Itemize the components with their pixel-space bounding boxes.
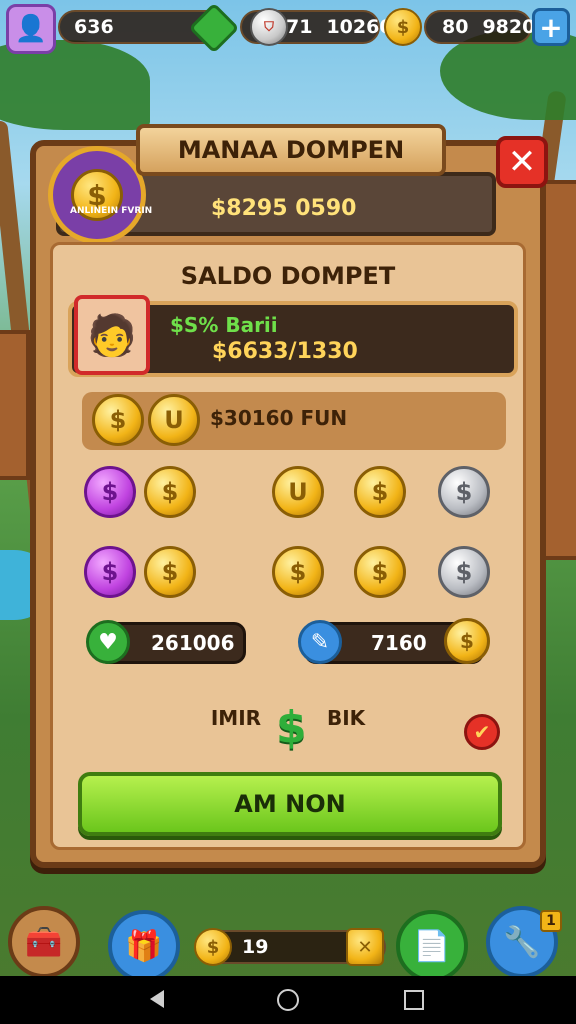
header-amount: $8295 0590 bbox=[211, 196, 357, 221]
wand-icon: ✎ bbox=[298, 620, 342, 664]
back-icon[interactable] bbox=[150, 990, 164, 1008]
bik-label-right: BIK bbox=[326, 706, 366, 730]
coin-gold[interactable]: $ bbox=[354, 546, 406, 598]
inventory-button[interactable]: 🧰 bbox=[8, 906, 80, 978]
coin-gold[interactable]: U bbox=[272, 466, 324, 518]
player-name: $S% Barii bbox=[170, 313, 278, 337]
dialog-title: MANAA DOMPEN bbox=[136, 124, 446, 176]
fund-coin-icon: U bbox=[148, 394, 200, 446]
wallet-badge-label: ANLINEIN FVRIN bbox=[70, 206, 153, 216]
add-currency-button[interactable]: + bbox=[532, 8, 570, 46]
bottom-hud: 🧰 🎁 19 $ ✕ 📄 🔧 1 bbox=[0, 906, 576, 982]
shield-icon: ⛉ bbox=[250, 8, 288, 46]
confirm-button[interactable]: AM NON bbox=[78, 772, 502, 836]
shop-button[interactable]: 🎁 bbox=[108, 910, 180, 982]
player-balance: $6633/1330 bbox=[212, 339, 358, 364]
coin-gold[interactable]: $ bbox=[272, 546, 324, 598]
player-photo: 🧑 bbox=[74, 295, 150, 375]
check-button[interactable]: ✔ bbox=[464, 714, 500, 750]
fund-coin-icon: $ bbox=[92, 394, 144, 446]
fund-label: $30160 FUN bbox=[210, 406, 348, 430]
coin-icon: $ bbox=[384, 8, 422, 46]
coin-icon: $ bbox=[194, 928, 232, 966]
system-nav-bar bbox=[0, 976, 576, 1024]
coin-silver[interactable]: $ bbox=[438, 546, 490, 598]
close-button[interactable]: ✕ bbox=[496, 136, 548, 188]
fund-bar: $ U $30160 FUN bbox=[82, 392, 506, 450]
player-balance-card: 🧑 $S% Barii $6633/1330 bbox=[68, 295, 518, 377]
coins-pill: 80 9820 bbox=[424, 10, 536, 44]
home-icon[interactable] bbox=[277, 989, 299, 1011]
coin-gold[interactable]: $ bbox=[354, 466, 406, 518]
heart-icon: ♥ bbox=[86, 620, 130, 664]
center-value: 19 bbox=[242, 936, 269, 958]
coin-purple[interactable]: $ bbox=[84, 546, 136, 598]
counter-right-value: 7160 bbox=[371, 631, 427, 655]
close-icon[interactable]: ✕ bbox=[346, 928, 384, 966]
coin-silver[interactable]: $ bbox=[438, 466, 490, 518]
coin-gold[interactable]: $ bbox=[144, 466, 196, 518]
coins-label: 80 bbox=[442, 16, 469, 38]
coins-value: 9820 bbox=[482, 16, 536, 38]
top-hud: 👤 636 71 10260 ⛉ $ 80 9820 + bbox=[0, 0, 576, 56]
player-avatar[interactable]: 👤 bbox=[6, 4, 56, 54]
notification-badge: 1 bbox=[540, 910, 562, 932]
section-title: SALDO DOMPET bbox=[180, 262, 396, 290]
level-value: 636 bbox=[74, 16, 114, 38]
coin-purple[interactable]: $ bbox=[84, 466, 136, 518]
recents-icon[interactable] bbox=[404, 990, 424, 1010]
stat-center-alt-value: 10260 bbox=[326, 16, 393, 38]
wallet-badge: $ bbox=[48, 146, 146, 244]
counter-coin-icon: $ bbox=[444, 618, 490, 664]
hut-left bbox=[0, 330, 30, 480]
counter-left-value: 261006 bbox=[151, 631, 235, 655]
wallet-dialog: $ ANLINEIN FVRIN MANAA DOMPEN ✕ $8295 05… bbox=[30, 124, 548, 868]
card-button[interactable]: 📄 bbox=[396, 910, 468, 982]
dollar-icon: $ bbox=[276, 702, 307, 753]
stat-center-value: 71 bbox=[286, 16, 313, 38]
bik-label-left: IMIR bbox=[210, 706, 262, 730]
coin-gold[interactable]: $ bbox=[144, 546, 196, 598]
